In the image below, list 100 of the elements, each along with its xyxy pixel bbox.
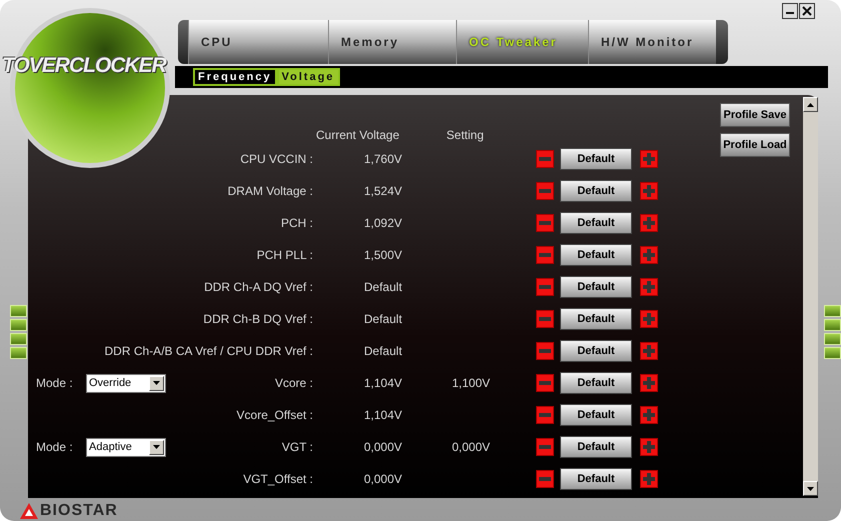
- plus-icon[interactable]: [643, 249, 655, 261]
- subtab[interactable]: Frequency: [193, 68, 277, 86]
- plus-icon[interactable]: [643, 473, 655, 485]
- plus-button[interactable]: [640, 278, 658, 296]
- side-tab[interactable]: [824, 319, 841, 331]
- plus-icon[interactable]: [643, 281, 655, 293]
- setting-value: 0,000V: [452, 439, 492, 456]
- voltage-value: 1,104V: [364, 375, 404, 392]
- plus-button[interactable]: [640, 246, 658, 264]
- minus-button[interactable]: [536, 246, 554, 264]
- brand-logo: BIOSTAR: [40, 501, 118, 521]
- setting-value: 1,100V: [452, 375, 492, 392]
- mode-dropdown[interactable]: Adaptive: [86, 438, 166, 456]
- voltage-value: 1,104V: [364, 407, 404, 424]
- default-button[interactable]: Default: [560, 212, 632, 234]
- voltage-value: 1,500V: [364, 247, 404, 264]
- minus-button[interactable]: [536, 470, 554, 488]
- voltage-label: VGT_Offset :: [243, 471, 313, 488]
- minus-button[interactable]: [536, 438, 554, 456]
- mode-dropdown[interactable]: Override: [86, 374, 166, 392]
- column-header: Current Voltage: [316, 128, 400, 143]
- minus-button[interactable]: [536, 406, 554, 424]
- plus-icon[interactable]: [643, 441, 655, 453]
- voltage-label: Vcore_Offset :: [236, 407, 313, 424]
- plus-icon[interactable]: [643, 377, 655, 389]
- plus-icon[interactable]: [643, 153, 655, 165]
- plus-button[interactable]: [640, 470, 658, 488]
- default-button[interactable]: Default: [560, 244, 632, 266]
- default-button[interactable]: Default: [560, 404, 632, 426]
- scrollbar[interactable]: [803, 97, 818, 496]
- voltage-value: 1,760V: [364, 151, 404, 168]
- voltage-label: DDR Ch-B DQ Vref :: [203, 311, 313, 328]
- down-arrow-icon[interactable]: [807, 486, 814, 490]
- default-button[interactable]: Default: [560, 276, 632, 298]
- close-icon[interactable]: [802, 6, 812, 16]
- voltage-label: PCH PLL :: [256, 247, 313, 264]
- side-tab[interactable]: [10, 347, 27, 359]
- voltage-value: Default: [364, 343, 404, 360]
- scroll-down-button[interactable]: [803, 481, 818, 496]
- plus-button[interactable]: [640, 438, 658, 456]
- scroll-up-button[interactable]: [803, 97, 818, 112]
- default-button[interactable]: Default: [560, 148, 632, 170]
- tab[interactable]: Memory: [328, 20, 456, 64]
- plus-icon[interactable]: [643, 345, 655, 357]
- voltage-label: Vcore :: [274, 375, 313, 392]
- minus-button[interactable]: [536, 278, 554, 296]
- minus-button[interactable]: [536, 342, 554, 360]
- default-button[interactable]: Default: [560, 308, 632, 330]
- voltage-label: DRAM Voltage :: [228, 183, 313, 200]
- default-button[interactable]: Default: [560, 436, 632, 458]
- plus-button[interactable]: [640, 150, 658, 168]
- default-button[interactable]: Default: [560, 340, 632, 362]
- voltage-value: 1,092V: [364, 215, 404, 232]
- up-arrow-icon[interactable]: [807, 102, 814, 106]
- side-tab[interactable]: [10, 319, 27, 331]
- triangle-logo-icon: [20, 503, 38, 519]
- plus-icon[interactable]: [643, 217, 655, 229]
- minus-button[interactable]: [536, 310, 554, 328]
- default-button[interactable]: Default: [560, 180, 632, 202]
- plus-button[interactable]: [640, 214, 658, 232]
- voltage-value: 0,000V: [364, 471, 404, 488]
- profile-button[interactable]: Profile Save: [720, 103, 790, 127]
- voltage-value: 1,524V: [364, 183, 404, 200]
- mode-label: Mode :: [36, 439, 74, 456]
- plus-icon[interactable]: [643, 409, 655, 421]
- tab-bar-cap: [178, 20, 188, 64]
- voltage-label: VGT :: [282, 439, 313, 456]
- voltage-label: DDR Ch-A/B CA Vref / CPU DDR Vref :: [104, 343, 313, 360]
- close-button[interactable]: [799, 3, 815, 19]
- plus-button[interactable]: [640, 374, 658, 392]
- plus-button[interactable]: [640, 406, 658, 424]
- minus-button[interactable]: [536, 182, 554, 200]
- side-tab[interactable]: [824, 333, 841, 345]
- voltage-value: 0,000V: [364, 439, 404, 456]
- side-tab[interactable]: [10, 333, 27, 345]
- plus-icon[interactable]: [643, 313, 655, 325]
- plus-icon[interactable]: [643, 185, 655, 197]
- default-button[interactable]: Default: [560, 372, 632, 394]
- plus-button[interactable]: [640, 342, 658, 360]
- voltage-label: CPU VCCIN :: [240, 151, 313, 168]
- default-button[interactable]: Default: [560, 468, 632, 490]
- minimize-button[interactable]: [782, 3, 798, 19]
- plus-button[interactable]: [640, 310, 658, 328]
- voltage-value: Default: [364, 279, 404, 296]
- column-header: Setting: [446, 128, 484, 143]
- tab[interactable]: CPU: [188, 20, 328, 64]
- plus-button[interactable]: [640, 182, 658, 200]
- subtab[interactable]: Voltage: [276, 68, 340, 86]
- mode-label: Mode :: [36, 375, 74, 392]
- minus-button[interactable]: [536, 374, 554, 392]
- tab[interactable]: H/W Monitor: [588, 20, 716, 64]
- voltage-label: PCH :: [280, 215, 313, 232]
- tab-bar-cap: [716, 20, 728, 64]
- side-tab[interactable]: [824, 305, 841, 317]
- side-tab[interactable]: [824, 347, 841, 359]
- minus-button[interactable]: [536, 214, 554, 232]
- side-tab[interactable]: [10, 305, 27, 317]
- minus-button[interactable]: [536, 150, 554, 168]
- voltage-value: Default: [364, 311, 404, 328]
- profile-button[interactable]: Profile Load: [720, 133, 790, 157]
